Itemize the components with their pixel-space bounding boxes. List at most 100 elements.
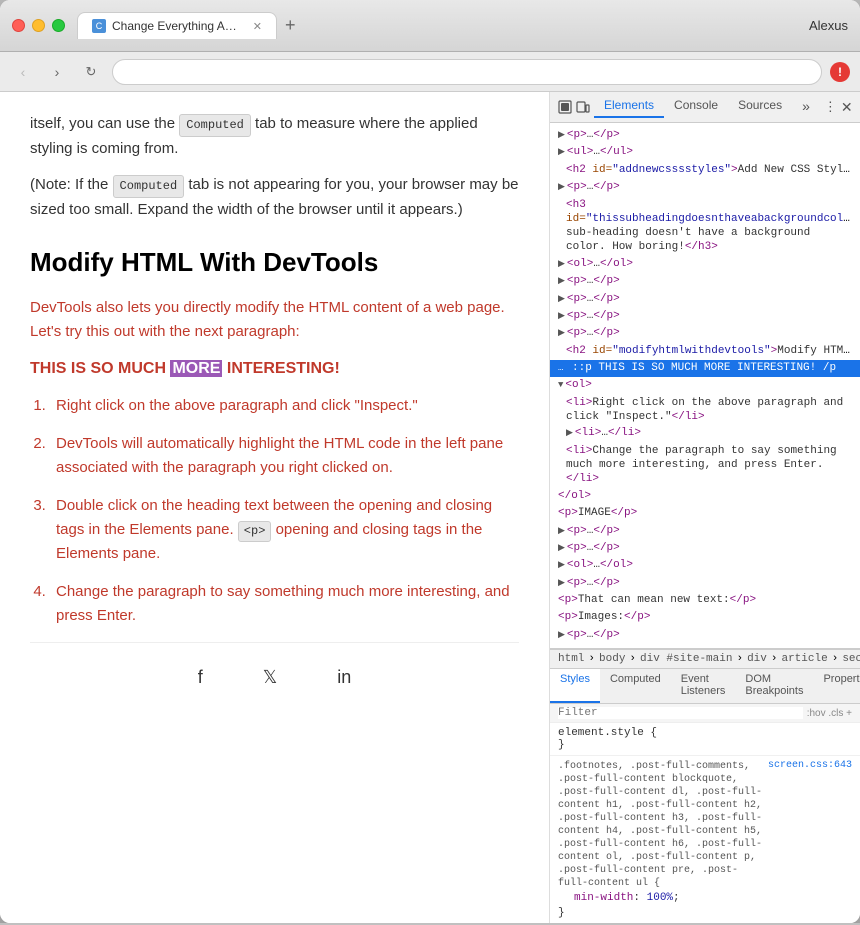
paragraph-computed-tab: itself, you can use the Computed tab to …: [30, 112, 519, 161]
element-line[interactable]: ▶<ul>…</ul>: [550, 144, 860, 161]
responsive-button[interactable]: [576, 96, 590, 118]
list-item-4: Change the paragraph to say something mu…: [50, 580, 519, 628]
breadcrumb-div-site-main[interactable]: div #site-main: [640, 653, 732, 665]
minimize-button[interactable]: [32, 19, 45, 32]
tab-title: Change Everything About thi…: [112, 19, 243, 33]
element-line[interactable]: <h3 id="thissubheadingdoesnthaveabackgro…: [550, 197, 860, 256]
styles-tab-computed[interactable]: Computed: [600, 669, 671, 703]
tab-favicon: C: [92, 19, 106, 33]
element-line[interactable]: ▼<ol>: [550, 377, 860, 394]
element-line[interactable]: ▶<p>…</p>: [550, 627, 860, 644]
tab-close-icon[interactable]: ✕: [253, 20, 262, 33]
expand-icon: ▼: [558, 380, 563, 390]
breadcrumb-div[interactable]: div: [747, 653, 767, 665]
url-input[interactable]: [112, 59, 822, 85]
tab-sources[interactable]: Sources: [728, 96, 792, 118]
element-line[interactable]: ▶<ol>…</ol>: [550, 256, 860, 273]
element-line[interactable]: <h2 id="modifyhtmlwithdevtools">Modify H…: [550, 343, 860, 360]
tab-console[interactable]: Console: [664, 96, 728, 118]
breadcrumb-article[interactable]: article: [781, 653, 827, 665]
element-line[interactable]: <li>Right click on the above paragraph a…: [550, 395, 860, 426]
styles-tab-properties[interactable]: Properties: [813, 669, 860, 703]
webpage-content: itself, you can use the Computed tab to …: [0, 92, 550, 923]
expand-icon: ▶: [558, 276, 565, 286]
computed-badge-1: Computed: [179, 114, 251, 137]
styles-tab-event-listeners[interactable]: Event Listeners: [671, 669, 736, 703]
element-line[interactable]: <li>Change the paragraph to say somethin…: [550, 443, 860, 488]
highlight-paragraph: THIS IS SO MUCH MORE INTERESTING!: [30, 356, 519, 382]
reload-button[interactable]: ↻: [78, 59, 104, 85]
list-item-3: Double click on the heading text between…: [50, 494, 519, 566]
expand-icon: …: [558, 363, 563, 373]
facebook-icon: f: [198, 663, 203, 692]
inspect-element-button[interactable]: [558, 96, 572, 118]
expand-icon: ▶: [558, 182, 565, 192]
element-line[interactable]: ▶<p>…</p>: [550, 325, 860, 342]
paragraph-note: (Note: If the Computed tab is not appear…: [30, 173, 519, 222]
expand-icon: ▶: [558, 560, 565, 570]
expand-icon: ▶: [558, 328, 565, 338]
element-line[interactable]: <h2 id="addnewcsssstyles">Add New CSS St…: [550, 162, 860, 179]
breadcrumb-section[interactable]: section: [842, 653, 860, 665]
filter-bar: :hov .cls +: [550, 704, 860, 723]
element-line[interactable]: <p>Images:</p>: [550, 609, 860, 626]
element-line[interactable]: <p>IMAGE</p>: [550, 505, 860, 522]
element-line[interactable]: ▶<p>…</p>: [550, 127, 860, 144]
css-rule-post-full-content: .footnotes, .post-full-comments, .post-f…: [550, 756, 860, 923]
breadcrumb-html[interactable]: html: [558, 653, 584, 665]
css-rule-element-style: element.style { }: [550, 723, 860, 756]
tab-more[interactable]: »: [792, 96, 820, 118]
main-area: itself, you can use the Computed tab to …: [0, 92, 860, 923]
styles-tab-dom-breakpoints[interactable]: DOM Breakpoints: [735, 669, 813, 703]
user-name: Alexus: [809, 18, 848, 33]
css-prop-min-width: min-width: 100%;: [558, 890, 852, 907]
intro-paragraph: DevTools also lets you directly modify t…: [30, 296, 519, 344]
traffic-lights: [12, 19, 65, 32]
breadcrumb-body[interactable]: body: [599, 653, 625, 665]
instruction-list: Right click on the above paragraph and c…: [50, 394, 519, 628]
breadcrumb-bar: html › body › div #site-main › div › art…: [550, 649, 860, 669]
element-line[interactable]: ▶<p>…</p>: [550, 273, 860, 290]
devtools-tabs: Elements Console Sources »: [594, 96, 820, 118]
styles-filter-input[interactable]: [558, 707, 803, 719]
element-line[interactable]: ▶<p>…</p>: [550, 523, 860, 540]
expand-icon: ▶: [558, 630, 565, 640]
list-item-2: DevTools will automatically highlight th…: [50, 432, 519, 480]
devtools-more-button[interactable]: ⋮: [824, 96, 837, 118]
element-line[interactable]: </ol>: [550, 488, 860, 505]
devtools-close-button[interactable]: ✕: [841, 96, 853, 118]
expand-icon: ▶: [558, 259, 565, 269]
element-line[interactable]: <p>That can mean new text:</p>: [550, 592, 860, 609]
element-line[interactable]: ▶<ol>…</ol>: [550, 557, 860, 574]
element-line[interactable]: ▶<p>…</p>: [550, 179, 860, 196]
expand-icon: ▶: [558, 578, 565, 588]
element-line[interactable]: ▶<p>…</p>: [550, 291, 860, 308]
devtools-panel: Elements Console Sources » ⋮ ✕ ▶<p>…</p>…: [550, 92, 860, 923]
twitter-icon: 𝕏: [263, 663, 278, 692]
close-button[interactable]: [12, 19, 25, 32]
element-line[interactable]: ▶<p>…</p>: [550, 575, 860, 592]
expand-icon: ▶: [558, 543, 565, 553]
browser-window: C Change Everything About thi… ✕ + Alexu…: [0, 0, 860, 923]
css-source-link[interactable]: .footnotes, .post-full-comments, .post-f…: [558, 760, 852, 890]
css-selector: element.style {: [558, 727, 852, 739]
tab-elements[interactable]: Elements: [594, 96, 664, 118]
element-line[interactable]: ▶<li>…</li>: [550, 425, 860, 442]
element-line[interactable]: ▶<p>…</p>: [550, 308, 860, 325]
expand-icon: ▶: [558, 311, 565, 321]
element-line-selected[interactable]: … ::p THIS IS SO MUCH MORE INTERESTING! …: [550, 360, 860, 377]
styles-tab-styles[interactable]: Styles: [550, 669, 600, 703]
p-tag-code: <p>: [238, 521, 272, 542]
forward-button[interactable]: ›: [44, 59, 70, 85]
maximize-button[interactable]: [52, 19, 65, 32]
section-heading: Modify HTML With DevTools: [30, 242, 519, 284]
element-line[interactable]: ▶<p>…</p>: [550, 540, 860, 557]
computed-badge-2: Computed: [113, 175, 185, 198]
tab-active[interactable]: C Change Everything About thi… ✕: [77, 12, 277, 39]
expand-icon: ▶: [558, 147, 565, 157]
styles-tabs: Styles Computed Event Listeners DOM Brea…: [550, 669, 860, 704]
back-button[interactable]: ‹: [10, 59, 36, 85]
tab-bar: C Change Everything About thi… ✕ +: [77, 12, 809, 39]
new-tab-button[interactable]: +: [277, 15, 304, 36]
elements-panel[interactable]: ▶<p>…</p> ▶<ul>…</ul> <h2 id="addnewcsss…: [550, 123, 860, 649]
